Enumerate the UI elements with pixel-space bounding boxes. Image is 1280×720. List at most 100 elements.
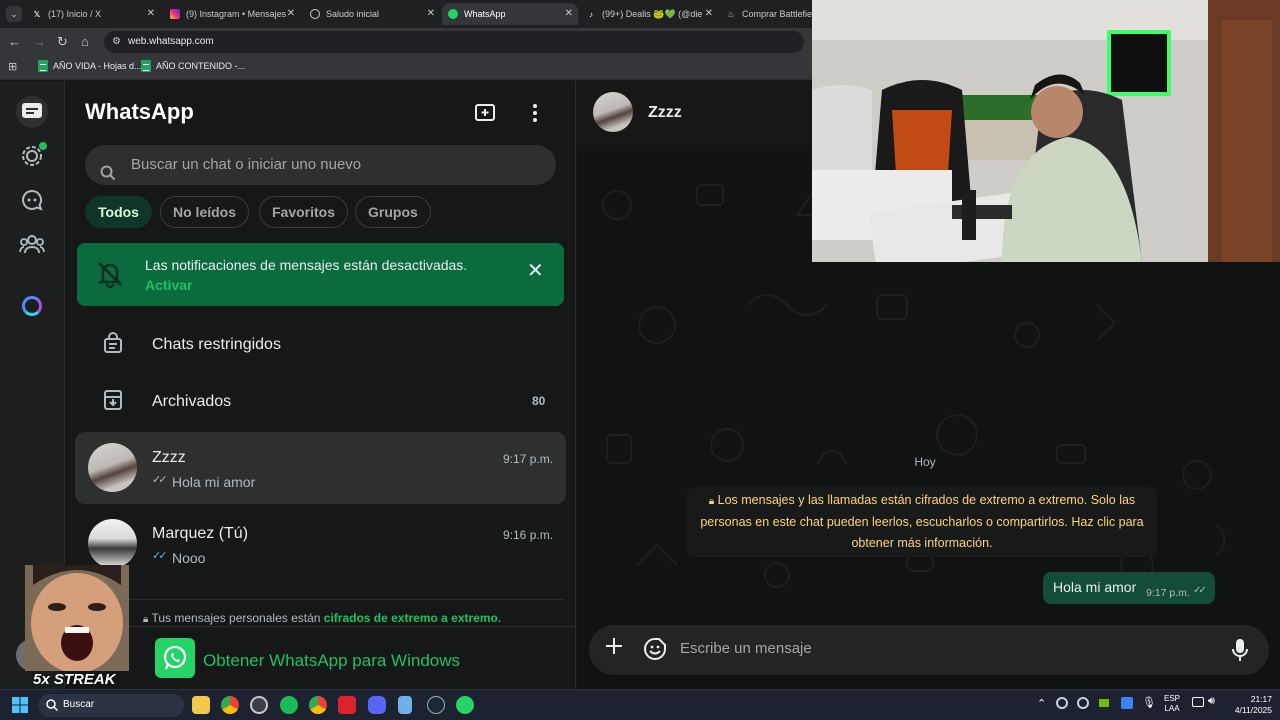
face-sticker-image: [25, 565, 129, 673]
steam-icon[interactable]: [427, 696, 445, 714]
tiktok-icon: ♪: [589, 9, 593, 19]
contact-name[interactable]: Zzzz: [648, 104, 682, 122]
double-check-icon: ✓✓: [1193, 585, 1207, 596]
discord-icon[interactable]: [368, 696, 386, 714]
close-tab-icon[interactable]: ✕: [427, 8, 435, 19]
chat-preview: Nooo: [172, 550, 206, 566]
webcam-overlay: [812, 0, 1280, 262]
notepad-icon[interactable]: [398, 696, 412, 714]
chat-time: 9:17 p.m.: [503, 452, 554, 466]
browser-tab[interactable]: ♪ (99+) Dealis 🐸💚 (@die ✕: [580, 3, 718, 25]
chevron-up-icon[interactable]: ⌃: [1037, 697, 1046, 710]
notifications-banner: Las notificaciones de mensajes están des…: [77, 243, 564, 306]
tab-list-icon[interactable]: ⌄: [6, 6, 22, 22]
contact-avatar[interactable]: [593, 92, 633, 132]
chrome-alt-icon[interactable]: [309, 696, 327, 714]
apps-grid-icon[interactable]: ⊞: [8, 60, 17, 73]
restricted-chats-row[interactable]: Chats restringidos: [75, 318, 566, 370]
communities-icon[interactable]: [16, 228, 48, 260]
message-bubble-outgoing[interactable]: Hola mi amor 9:17 p.m. ✓✓: [1043, 572, 1215, 604]
microphone-icon[interactable]: 🎙︎: [1142, 696, 1156, 709]
whatsapp-icon[interactable]: [456, 696, 474, 714]
search-input[interactable]: Buscar un chat o iniciar uno nuevo: [85, 145, 556, 185]
volume-icon[interactable]: 🔊︎: [1208, 695, 1215, 708]
google-sheets-icon: [38, 60, 48, 72]
browser-tab-active[interactable]: WhatsApp ✕: [442, 3, 578, 25]
chat-list-panel: WhatsApp Buscar un chat o iniciar uno nu…: [65, 81, 576, 689]
message-input[interactable]: Escribe un mensaje: [680, 640, 812, 657]
browser-tab[interactable]: 𝕏 (17) Inicio / X ✕: [26, 3, 160, 25]
language-indicator[interactable]: ESP LAA: [1164, 694, 1180, 714]
notification-text: Las notificaciones de mensajes están des…: [145, 257, 468, 273]
instagram-icon: [170, 9, 180, 19]
tray-shield-icon[interactable]: [1121, 697, 1133, 709]
app-red-icon[interactable]: [338, 696, 356, 714]
filter-grupos[interactable]: Grupos: [355, 196, 431, 228]
back-icon[interactable]: ←: [8, 34, 21, 49]
browser-tab[interactable]: (9) Instagram • Mensajes ✕: [164, 3, 300, 25]
network-icon[interactable]: [1192, 697, 1204, 707]
avatar: [88, 519, 137, 568]
encryption-link[interactable]: cifrados de extremo a extremo: [324, 611, 498, 625]
chrome-icon[interactable]: [221, 696, 239, 714]
bookmark[interactable]: AÑO CONTENIDO -...: [141, 60, 245, 72]
sticker-icon[interactable]: [644, 638, 666, 665]
close-tab-icon[interactable]: ✕: [287, 8, 295, 19]
search-icon: [46, 698, 59, 716]
archived-row[interactable]: Archivados 80: [75, 375, 566, 427]
lock-icon: 🔒︎: [143, 614, 149, 625]
obs-icon[interactable]: [250, 696, 268, 714]
chat-row-selected[interactable]: Zzzz 9:17 p.m. ✓✓ Hola mi amor: [75, 432, 566, 504]
attach-plus-icon[interactable]: [605, 637, 623, 660]
message-text: Hola mi amor: [1053, 579, 1137, 595]
spotify-icon[interactable]: [280, 696, 298, 714]
encryption-system-message[interactable]: 🔒︎ Los mensajes y las llamadas están cif…: [687, 487, 1157, 557]
streak-label: 5x STREAK: [33, 671, 116, 688]
google-sheets-icon: [141, 60, 151, 72]
new-chat-icon[interactable]: [473, 101, 497, 130]
close-tab-icon[interactable]: ✕: [705, 8, 713, 19]
taskbar-search[interactable]: Buscar: [38, 694, 184, 717]
reload-icon[interactable]: ↻: [57, 34, 68, 50]
lock-icon: 🔒︎: [708, 496, 715, 507]
status-icon[interactable]: [16, 140, 48, 172]
avatar: [88, 443, 137, 492]
filter-no-leidos[interactable]: No leídos: [160, 196, 250, 228]
get-whatsapp-windows-link[interactable]: Obtener WhatsApp para Windows: [203, 651, 460, 671]
double-check-read-icon: ✓✓: [152, 550, 168, 562]
filter-favoritos[interactable]: Favoritos: [259, 196, 349, 228]
close-tab-icon[interactable]: ✕: [147, 8, 155, 19]
date-divider: Hoy: [901, 451, 949, 473]
clock[interactable]: 21:17 4/11/2025: [1226, 694, 1272, 716]
forward-icon[interactable]: →: [33, 34, 46, 49]
tray-app-icon[interactable]: [1077, 697, 1089, 709]
windows-taskbar: Buscar ⌃ 🎙︎ ESP LAA 🔊︎ 21:17 4/11/2025: [0, 689, 1280, 720]
webcam-feed-image: [812, 0, 1280, 262]
meta-ai-icon[interactable]: [16, 290, 48, 322]
chat-row[interactable]: Marquez (Tú) 9:16 p.m. ✓✓ Nooo: [75, 508, 566, 580]
steam-icon: ♨: [727, 9, 735, 19]
message-time: 9:17 p.m.: [1146, 587, 1190, 599]
url-field[interactable]: ⚙ web.whatsapp.com: [104, 31, 804, 53]
microphone-icon[interactable]: [1232, 638, 1248, 667]
home-icon[interactable]: ⌂: [81, 34, 89, 49]
activate-notifications-link[interactable]: Activar: [145, 277, 192, 293]
site-info-icon[interactable]: ⚙: [112, 31, 121, 53]
bookmark[interactable]: AÑO VIDA - Hojas d...: [38, 60, 142, 72]
close-tab-icon[interactable]: ✕: [565, 8, 573, 19]
channels-icon[interactable]: [16, 184, 48, 216]
chats-icon[interactable]: [16, 96, 48, 128]
x-logo-icon: 𝕏: [33, 9, 41, 19]
filter-todos[interactable]: Todos: [85, 196, 152, 228]
bell-off-icon: [95, 259, 125, 294]
nvidia-icon[interactable]: [1099, 699, 1109, 707]
file-explorer-icon[interactable]: [192, 696, 210, 714]
windows-start-icon[interactable]: [12, 697, 28, 713]
whatsapp-icon: [448, 9, 458, 19]
browser-tab[interactable]: ♨ Comprar Battlefield™: [720, 3, 812, 25]
locked-chats-icon: [103, 332, 123, 359]
browser-tab[interactable]: Saludo inicial ✕: [304, 3, 440, 25]
close-icon[interactable]: ✕: [527, 258, 544, 283]
menu-icon[interactable]: [527, 101, 543, 125]
tray-sync-icon[interactable]: [1056, 697, 1068, 709]
